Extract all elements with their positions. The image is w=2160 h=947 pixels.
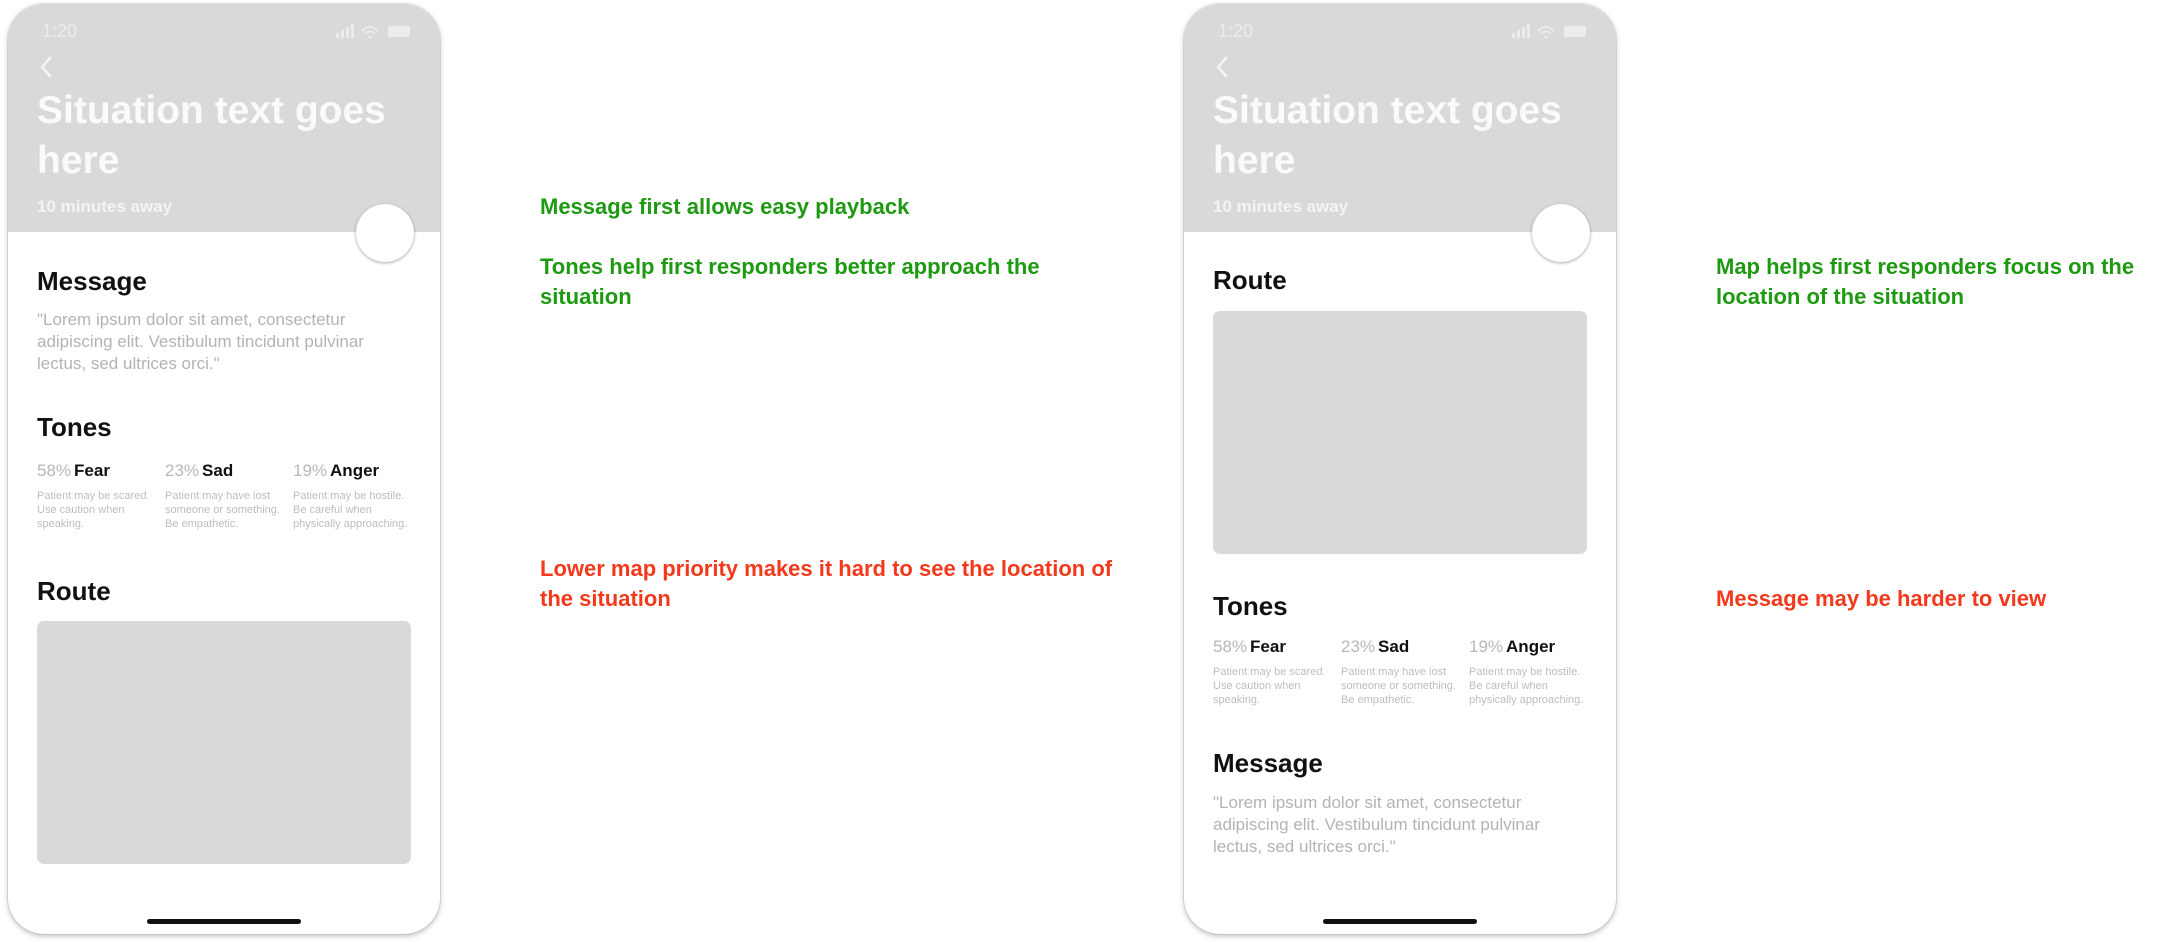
tone-label: Anger — [1506, 637, 1556, 656]
tone-item-sad: 23% Sad Patient may have lost someone or … — [1341, 637, 1461, 707]
route-map-placeholder[interactable] — [37, 621, 411, 864]
tone-description: Patient may be scared. Use caution when … — [1213, 666, 1326, 706]
status-time: 1:20 — [1218, 21, 1254, 41]
play-button[interactable] — [1532, 204, 1590, 262]
tone-label: Fear — [1250, 637, 1286, 656]
route-map-placeholder[interactable] — [1213, 311, 1587, 554]
tone-item-anger: 19% Anger Patient may be hostile. Be care… — [1469, 637, 1589, 707]
situation-header: 1:20 Situation text goes here 10 minutes… — [1184, 4, 1616, 232]
route-heading: Route — [37, 576, 111, 606]
play-button[interactable] — [356, 204, 414, 262]
tone-percent: 19% — [293, 461, 328, 480]
message-heading: Message — [37, 266, 147, 296]
tone-description: Patient may have lost someone or somethi… — [1341, 666, 1456, 706]
tone-label: Sad — [1378, 637, 1410, 656]
status-bar: 1:20 — [1184, 21, 1616, 43]
tone-description: Patient may be hostile. Be careful when … — [1469, 666, 1584, 706]
tone-percent: 23% — [165, 461, 200, 480]
phone-mockup-message-first: 1:20 Situation text goes here 10 minutes… — [8, 4, 440, 934]
tone-description: Patient may be hostile. Be careful when … — [293, 490, 408, 530]
back-chevron-icon[interactable] — [34, 52, 60, 82]
message-text: "Lorem ipsum dolor sit amet, consectetur… — [37, 310, 364, 373]
tone-percent: 23% — [1341, 637, 1376, 656]
tone-label: Fear — [74, 461, 110, 480]
back-chevron-icon[interactable] — [1210, 52, 1236, 82]
status-time: 1:20 — [42, 21, 78, 41]
annotation-pro-tones: Tones help first responders better appro… — [540, 254, 1040, 309]
tone-label: Anger — [330, 461, 380, 480]
annotation-con-message: Message may be harder to view — [1716, 586, 2047, 611]
tone-percent: 58% — [37, 461, 72, 480]
annotation-pro-map: Map helps first responders focus on the … — [1716, 254, 2135, 309]
home-indicator[interactable] — [147, 919, 301, 924]
home-indicator[interactable] — [1323, 919, 1477, 924]
tone-item-fear: 58% Fear Patient may be scared. Use cauti… — [37, 461, 157, 531]
situation-title: Situation text goes here — [1213, 89, 1562, 182]
situation-title: Situation text goes here — [37, 89, 386, 182]
phone-mockup-route-first: 1:20 Situation text goes here 10 minutes… — [1184, 4, 1616, 934]
eta-text: 10 minutes away — [1213, 197, 1349, 216]
route-heading: Route — [1213, 265, 1287, 295]
status-bar: 1:20 — [8, 21, 440, 43]
tone-description: Patient may have lost someone or somethi… — [165, 490, 280, 530]
annotation-con-map-priority: Lower map priority makes it hard to see … — [540, 556, 1113, 611]
tone-item-fear: 58% Fear Patient may be scared. Use cauti… — [1213, 637, 1333, 707]
signal-wifi-battery-icon — [336, 24, 410, 39]
tones-heading: Tones — [1213, 591, 1288, 621]
tone-item-sad: 23% Sad Patient may have lost someone or … — [165, 461, 285, 531]
signal-wifi-battery-icon — [1512, 24, 1586, 39]
tone-label: Sad — [202, 461, 234, 480]
message-text: "Lorem ipsum dolor sit amet, consectetur… — [1213, 793, 1540, 856]
tone-item-anger: 19% Anger Patient may be hostile. Be care… — [293, 461, 413, 531]
tone-percent: 19% — [1469, 637, 1504, 656]
message-heading: Message — [1213, 748, 1323, 778]
tones-heading: Tones — [37, 412, 112, 442]
eta-text: 10 minutes away — [37, 197, 173, 216]
tone-description: Patient may be scared. Use caution when … — [37, 490, 150, 530]
annotation-pro-message-first: Message first allows easy playback — [540, 194, 910, 219]
tone-percent: 58% — [1213, 637, 1248, 656]
situation-header: 1:20 Situation text goes here 10 minutes… — [8, 4, 440, 232]
